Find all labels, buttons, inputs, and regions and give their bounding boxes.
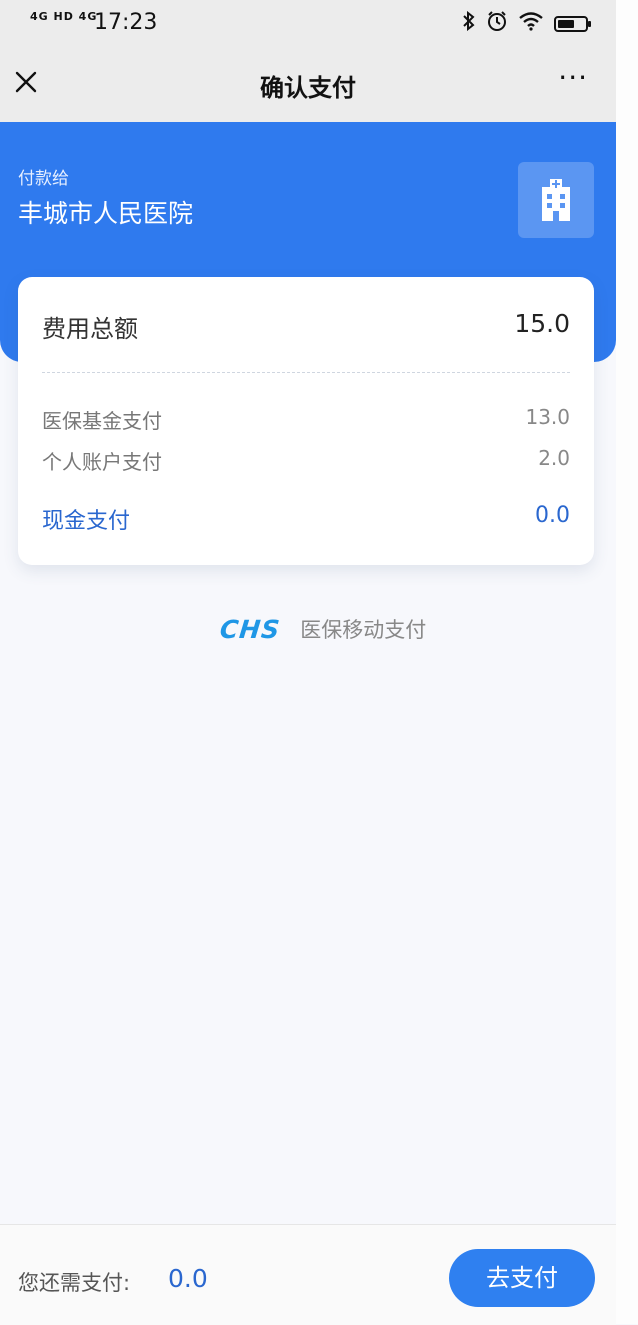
brand-footer: CHS 医保移动支付: [218, 614, 427, 644]
battery-level: [558, 19, 574, 28]
status-icons: [462, 10, 591, 37]
hospital-icon: [518, 162, 594, 238]
bottom-bar: 您还需支付: 0.0 去支付: [0, 1224, 616, 1325]
wifi-icon: [518, 11, 544, 36]
remaining-label: 您还需支付:: [18, 1271, 131, 1295]
payee-label: 付款给: [18, 169, 69, 189]
total-value: 15.0: [514, 309, 570, 338]
signal-indicator: 4G HD 4G: [30, 10, 98, 23]
nav-bar: 确认支付 ···: [0, 44, 616, 122]
alarm-icon: [486, 10, 508, 37]
total-label: 费用总额: [42, 315, 138, 343]
right-edge-margin: [616, 0, 638, 1324]
pay-button[interactable]: 去支付: [449, 1249, 595, 1307]
status-bar: 4G HD 4G 17:23: [0, 0, 616, 44]
cash-payment-label: 现金支付: [42, 509, 131, 534]
payment-summary-card: 费用总额 15.0 医保基金支付 13.0 个人账户支付 2.0 现金支付 0.…: [18, 277, 594, 565]
personal-account-value: 2.0: [538, 446, 570, 470]
bluetooth-icon: [462, 10, 476, 36]
cash-payment-value: 0.0: [535, 503, 570, 528]
chs-logo: CHS: [218, 614, 282, 644]
fund-payment-label: 医保基金支付: [42, 409, 162, 433]
divider: [42, 372, 570, 373]
personal-account-label: 个人账户支付: [42, 450, 162, 474]
brand-text: 医保移动支付: [300, 618, 427, 642]
fund-payment-value: 13.0: [525, 405, 570, 429]
remaining-value: 0.0: [168, 1264, 208, 1293]
battery-icon: [554, 15, 591, 32]
page-title: 确认支付: [260, 74, 356, 102]
status-time: 17:23: [94, 10, 158, 35]
payee-name: 丰城市人民医院: [18, 199, 194, 228]
more-icon[interactable]: ···: [558, 64, 588, 92]
